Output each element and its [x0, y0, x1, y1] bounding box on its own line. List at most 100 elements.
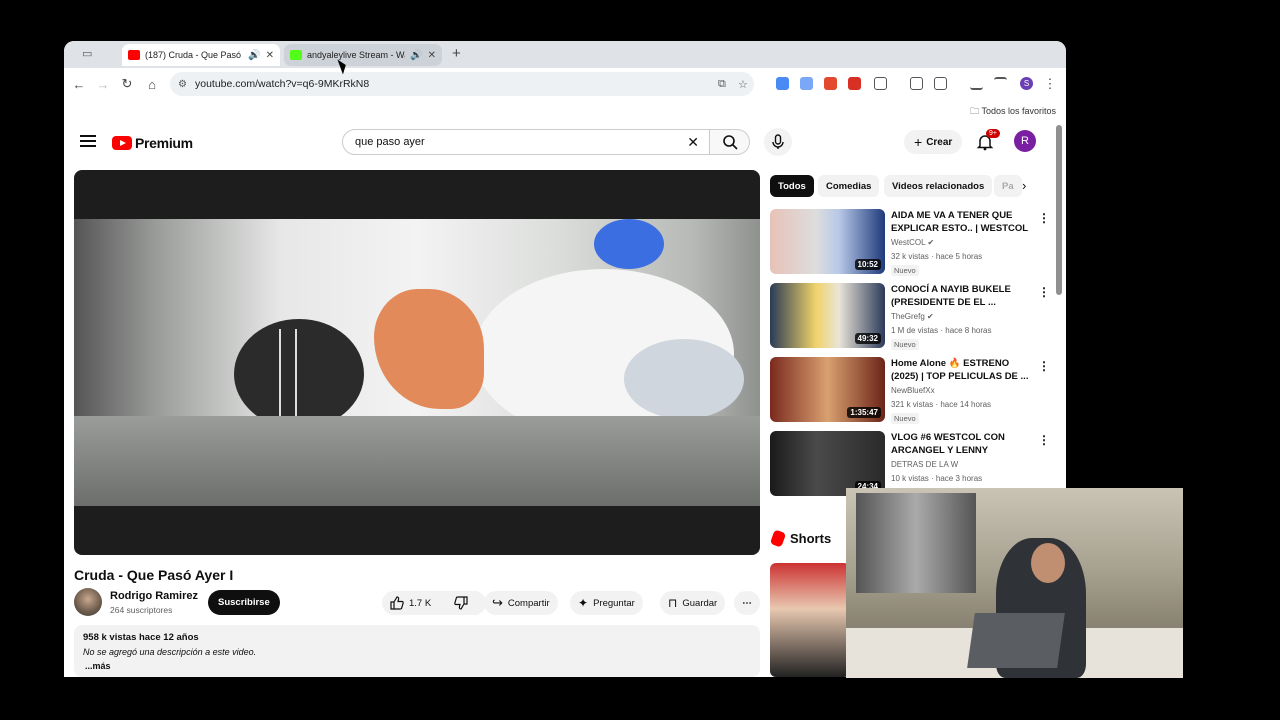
microphone-icon [772, 134, 784, 149]
more-menu-icon[interactable]: ⋮ [1040, 68, 1060, 100]
more-vertical-icon[interactable]: ⋮ [1038, 211, 1050, 225]
close-tab-icon[interactable]: ✕ [266, 50, 274, 61]
back-icon[interactable]: ← [69, 68, 89, 100]
rec-channel[interactable]: TheGrefg ✔ [891, 312, 934, 321]
recommended-video[interactable]: 10:52 AIDA ME VA A TENER QUE EXPLICAR ES… [770, 209, 1050, 276]
shorts-logo-icon [769, 529, 787, 548]
rec-meta: 321 k vistas · hace 14 horas [891, 400, 992, 409]
tab-youtube[interactable]: (187) Cruda - Que Pasó A 🔊 ✕ [122, 44, 280, 66]
share-icon: ↪ [492, 595, 503, 610]
channel-name[interactable]: Rodrigo Ramirez [110, 590, 198, 602]
menu-icon[interactable] [80, 135, 96, 147]
bookmarks-bar: 🗀 Todos los favoritos [64, 100, 1066, 122]
search-input[interactable]: que paso ayer ✕ [342, 129, 710, 155]
video-player[interactable] [74, 170, 760, 555]
extensions-puzzle-icon[interactable] [874, 77, 887, 90]
description-box[interactable]: 958 k vistas hace 12 años No se agregó u… [74, 625, 760, 677]
tab-title: andyaleylive Stream - Wa [307, 50, 406, 60]
face-shape [1031, 543, 1065, 583]
rec-title[interactable]: AIDA ME VA A TENER QUE EXPLICAR ESTO.. |… [891, 209, 1033, 235]
notification-count-badge: 9+ [986, 129, 1000, 138]
person-hair-shape [234, 319, 364, 429]
save-label: Guardar [682, 597, 718, 609]
media-controls-icon[interactable] [994, 77, 1007, 90]
rec-channel[interactable]: WestCOL ✔ [891, 238, 934, 247]
more-vertical-icon[interactable]: ⋮ [1038, 285, 1050, 299]
reading-mode-icon[interactable] [934, 77, 947, 90]
recommended-video[interactable]: 1:35:47 Home Alone 🔥 ESTRENO (2025) | TO… [770, 357, 1050, 424]
reload-icon[interactable]: ↻ [117, 68, 137, 100]
rec-meta: 32 k vistas · hace 5 horas [891, 252, 983, 261]
create-button[interactable]: + Crear [904, 130, 963, 154]
more-actions-button[interactable]: ⋯ [734, 591, 760, 615]
sparkle-icon: ✦ [578, 596, 589, 610]
new-tab-icon[interactable]: + [452, 45, 461, 62]
inflatable-shape [374, 289, 484, 409]
all-bookmarks-button[interactable]: 🗀 Todos los favoritos [970, 104, 1056, 120]
ask-button[interactable]: ✦ Preguntar [570, 591, 643, 615]
rec-channel[interactable]: NewBluefXx [891, 386, 935, 395]
chip-comedias[interactable]: Comedias [818, 175, 880, 197]
scrollbar[interactable] [1056, 125, 1062, 295]
chevron-right-icon[interactable]: › [1022, 178, 1026, 193]
address-bar[interactable]: ⚙ youtube.com/watch?v=q6-9MKrRkN8 ⧉ ☆ [170, 72, 754, 96]
pdf-icon[interactable] [848, 77, 861, 90]
more-vertical-icon[interactable]: ⋮ [1038, 359, 1050, 373]
bookmark-icon: ⊓ [668, 596, 678, 610]
rec-title[interactable]: Home Alone 🔥 ESTRENO (2025) | TOP PELICU… [891, 357, 1033, 383]
speaker-icon[interactable]: 🔊 [410, 50, 422, 61]
subscribe-button[interactable]: Suscribirse [208, 590, 280, 615]
translate-icon[interactable] [800, 77, 813, 90]
install-icon[interactable]: ⧉ [718, 78, 726, 91]
more-vertical-icon[interactable]: ⋮ [1038, 433, 1050, 447]
more-horizontal-icon: ⋯ [742, 597, 752, 609]
browser-toolbar: ← → ↻ ⌂ ⚙ youtube.com/watch?v=q6-9MKrRkN… [64, 68, 1066, 100]
show-more-link[interactable]: ...más [85, 661, 751, 671]
new-badge: Nuevo [891, 413, 919, 424]
rec-title[interactable]: CONOCÍ A NAYIB BUKELE (PRESIDENTE DE EL … [891, 283, 1033, 309]
save-button[interactable]: ⊓ Guardar [660, 591, 726, 615]
speaker-icon[interactable]: 🔊 [248, 50, 260, 61]
site-info-icon[interactable]: ⚙ [178, 79, 187, 90]
video-thumbnail[interactable]: 49:32 [770, 283, 885, 348]
youtube-logo[interactable]: Premium [112, 135, 193, 151]
screenshot-icon[interactable] [910, 77, 923, 90]
search-button[interactable] [710, 129, 750, 155]
rec-title[interactable]: VLOG #6 WESTCOL CON ARCANGEL Y LENNY TAV… [891, 431, 1033, 457]
download-icon[interactable] [970, 77, 983, 90]
chip-partial[interactable]: Pa [994, 175, 1022, 197]
close-tab-icon[interactable]: ✕ [428, 50, 436, 61]
laptop-shape [967, 613, 1065, 668]
voice-search-button[interactable] [764, 128, 792, 156]
extension-icon[interactable] [776, 77, 789, 90]
share-label: Compartir [507, 597, 550, 609]
subscriber-count: 264 suscriptores [110, 605, 173, 615]
profile-avatar[interactable]: S [1020, 77, 1033, 90]
clear-search-icon[interactable]: ✕ [687, 134, 699, 151]
create-label: Crear [926, 136, 953, 148]
pillow-shape [624, 339, 744, 419]
url-text: youtube.com/watch?v=q6-9MKrRkN8 [195, 78, 370, 90]
chip-todos[interactable]: Todos [770, 175, 814, 197]
video-frame [74, 219, 760, 506]
video-thumbnail[interactable]: 1:35:47 [770, 357, 885, 422]
extension-icon[interactable] [824, 77, 837, 90]
bookmark-star-icon[interactable]: ☆ [738, 78, 748, 91]
window-blinds-shape [856, 493, 976, 593]
account-avatar[interactable]: R [1014, 130, 1036, 152]
duration: 1:35:47 [847, 407, 881, 418]
dislike-button[interactable] [446, 591, 486, 615]
share-button[interactable]: ↪ Compartir [484, 591, 558, 615]
tab-kick[interactable]: andyaleylive Stream - Wa 🔊 ✕ [284, 44, 442, 66]
video-thumbnail[interactable]: 24:34 [770, 431, 885, 496]
channel-avatar[interactable] [74, 588, 102, 616]
short-thumbnail[interactable] [770, 563, 850, 677]
youtube-favicon-icon [128, 50, 140, 60]
tab-switcher-icon[interactable]: ▭ [82, 47, 104, 61]
forward-icon[interactable]: → [93, 68, 113, 100]
rec-channel[interactable]: DETRAS DE LA W [891, 460, 958, 469]
recommended-video[interactable]: 49:32 CONOCÍ A NAYIB BUKELE (PRESIDENTE … [770, 283, 1050, 350]
chip-videos-relacionados[interactable]: Videos relacionados [884, 175, 993, 197]
home-icon[interactable]: ⌂ [142, 68, 162, 100]
video-thumbnail[interactable]: 10:52 [770, 209, 885, 274]
